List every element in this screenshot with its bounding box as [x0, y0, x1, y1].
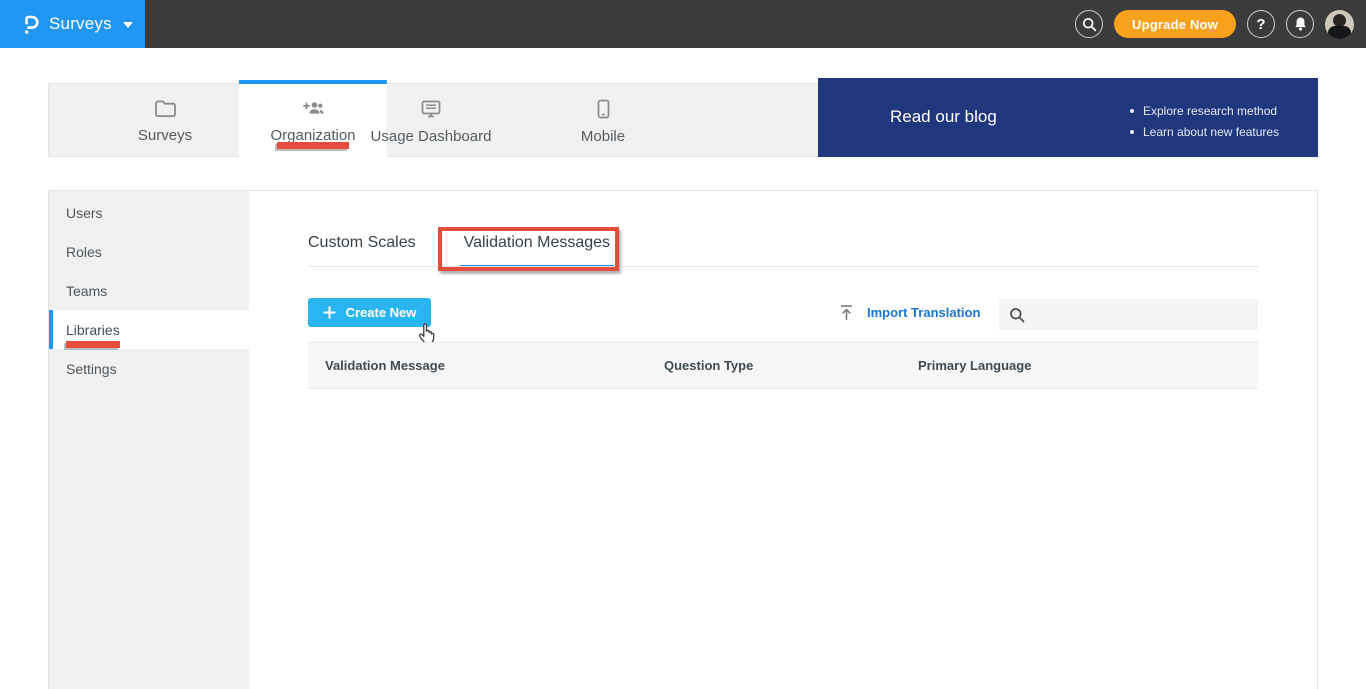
- search-icon: [1009, 307, 1025, 323]
- sidebar-item-label: Users: [66, 204, 103, 221]
- create-new-button[interactable]: Create New: [308, 298, 431, 327]
- create-new-label: Create New: [345, 305, 417, 320]
- import-translation-label: Import Translation: [867, 305, 981, 320]
- add-people-icon: [300, 99, 326, 118]
- annotation-underline-libraries: [66, 341, 120, 348]
- notifications-button[interactable]: [1286, 10, 1314, 38]
- bell-icon: [1293, 16, 1308, 32]
- sidebar-item-roles[interactable]: Roles: [49, 232, 249, 271]
- topbar-actions: Upgrade Now ?: [1075, 0, 1354, 48]
- bullet-dot: [1130, 108, 1134, 113]
- annotation-box-validation-messages: [438, 227, 619, 271]
- nav-tab-surveys[interactable]: Surveys: [91, 84, 239, 158]
- app-screen: Surveys Upgrade Now ? Surveys Organizati…: [0, 0, 1366, 689]
- search-icon: [1082, 17, 1097, 32]
- questionpro-logo-icon: [21, 12, 40, 36]
- column-header-question-type: Question Type: [664, 358, 754, 373]
- blog-bullet-text: Explore research method: [1143, 103, 1278, 118]
- nav-tab-label: Usage Dashboard: [370, 128, 492, 145]
- import-translation-link[interactable]: Import Translation: [839, 304, 980, 321]
- bullet-dot: [1130, 129, 1134, 134]
- blog-bullet-item: Explore research method: [1130, 100, 1279, 121]
- blog-bullet-item: Learn about new features: [1130, 121, 1279, 142]
- mobile-icon: [597, 99, 610, 119]
- plus-icon: [323, 306, 336, 319]
- nav-tab-label: Mobile: [580, 128, 626, 145]
- settings-sidebar: Users Roles Teams Libraries Settings: [49, 191, 249, 689]
- main-panel: Users Roles Teams Libraries Settings Cus…: [48, 190, 1318, 689]
- sidebar-item-libraries[interactable]: Libraries: [49, 310, 249, 349]
- blog-bullet-text: Learn about new features: [1143, 124, 1280, 139]
- tab-custom-scales[interactable]: Custom Scales: [308, 234, 416, 268]
- sidebar-item-label: Libraries: [66, 321, 120, 338]
- search-button[interactable]: [1075, 10, 1104, 38]
- folder-icon: [154, 99, 177, 118]
- caret-down-icon: [122, 15, 133, 33]
- sidebar-item-label: Settings: [66, 360, 117, 377]
- sidebar-item-label: Teams: [66, 282, 108, 299]
- sidebar-item-teams[interactable]: Teams: [49, 271, 249, 310]
- product-switcher[interactable]: Surveys: [0, 0, 145, 48]
- sidebar-item-settings[interactable]: Settings: [49, 349, 249, 388]
- sidebar-item-label: Roles: [66, 243, 102, 260]
- avatar-head: [1333, 13, 1346, 27]
- column-header-primary-language: Primary Language: [918, 358, 1032, 373]
- import-icon: [839, 304, 854, 321]
- product-name: Surveys: [49, 14, 112, 33]
- avatar[interactable]: [1325, 9, 1354, 39]
- nav-tab-usage-dashboard[interactable]: Usage Dashboard: [333, 84, 529, 158]
- dashboard-icon: [419, 99, 443, 119]
- help-button[interactable]: ?: [1247, 10, 1275, 38]
- blog-banner[interactable]: Read our blog Explore research method Le…: [818, 78, 1318, 157]
- nav-tab-mobile[interactable]: Mobile: [529, 84, 677, 158]
- search-field[interactable]: [999, 299, 1258, 330]
- search-input[interactable]: [1033, 299, 1258, 330]
- upgrade-now-button[interactable]: Upgrade Now: [1114, 10, 1236, 38]
- blog-bullets: Explore research method Learn about new …: [1130, 100, 1279, 142]
- avatar-body: [1328, 25, 1351, 39]
- column-header-validation-message: Validation Message: [325, 358, 445, 373]
- blog-title: Read our blog: [890, 107, 997, 126]
- help-icon: ?: [1256, 15, 1266, 33]
- nav-tab-label: Surveys: [137, 127, 193, 144]
- sidebar-item-users[interactable]: Users: [49, 193, 249, 232]
- validation-table-header: Validation Message Question Type Primary…: [308, 342, 1258, 389]
- top-bar: Surveys Upgrade Now ?: [0, 0, 1366, 48]
